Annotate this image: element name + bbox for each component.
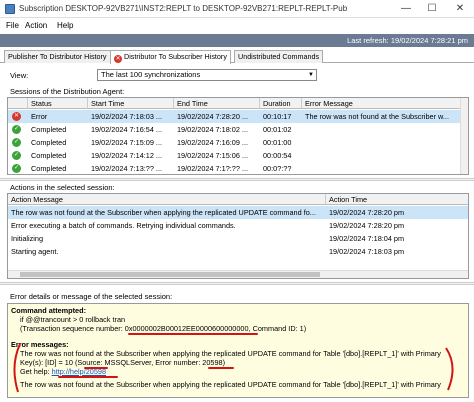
col-end-time[interactable]: End Time [174, 98, 260, 109]
tab-strip: Publisher To Distributor History ✕ Distri… [0, 49, 474, 64]
action-message: The row was not found at the Subscriber … [11, 208, 316, 217]
row-start: 19/02/2024 7:14:12 ... [91, 151, 163, 160]
actions-h-scrollbar[interactable] [8, 270, 468, 278]
app-icon [5, 4, 15, 14]
tab-undistributed-commands[interactable]: Undistributed Commands [234, 50, 324, 63]
sessions-title: Sessions of the Distribution Agent: [10, 87, 125, 96]
sessions-header: Status Start Time End Time Duration Erro… [8, 98, 462, 109]
tab-publisher-to-distributor[interactable]: Publisher To Distributor History [4, 50, 111, 63]
tab-distributor-to-subscriber[interactable]: ✕ Distributor To Subscriber History [110, 50, 231, 64]
col-error-message[interactable]: Error Message [302, 98, 462, 109]
check-icon: ✓ [12, 138, 21, 147]
scroll-thumb[interactable] [20, 272, 320, 277]
close-button[interactable]: ✕ [446, 0, 474, 18]
splitter[interactable] [0, 178, 474, 181]
menu-file[interactable]: File [6, 21, 19, 30]
table-row[interactable]: Error executing a batch of commands. Ret… [8, 219, 468, 232]
row-status: Completed [31, 138, 67, 147]
check-icon: ✓ [12, 164, 21, 173]
row-start: 19/02/2024 7:18:03 ... [91, 112, 163, 121]
maximize-button[interactable]: ☐ [418, 0, 446, 18]
row-start: 19/02/2024 7:15:09 ... [91, 138, 163, 147]
row-status: Completed [31, 151, 67, 160]
row-duration: 00:0?:?? [263, 164, 292, 173]
row-status: Error [31, 112, 48, 121]
row-end: 19/02/2024 7:28:20 ... [177, 112, 249, 121]
table-row[interactable]: Starting agent. 19/02/2024 7:18:03 pm [8, 245, 468, 258]
row-message: The row was not found at the Subscriber … [305, 112, 449, 121]
col-action-message[interactable]: Action Message [8, 194, 326, 205]
action-time: 19/02/2024 7:28:20 pm [329, 208, 405, 217]
check-icon: ✓ [12, 151, 21, 160]
menu-action[interactable]: Action [25, 21, 47, 30]
row-status: Completed [31, 125, 67, 134]
col-duration[interactable]: Duration [260, 98, 302, 109]
table-row[interactable]: The row was not found at the Subscriber … [8, 206, 468, 219]
table-row[interactable]: ✓ Completed 19/02/2024 7:14:12 ... 19/02… [8, 149, 462, 162]
chevron-down-icon: ▼ [308, 72, 314, 78]
check-icon: ✓ [12, 125, 21, 134]
row-end: 19/02/2024 7:1?:?? ... [177, 164, 249, 173]
window-title: Subscription DESKTOP-92VB271\INST2:REPLT… [19, 4, 348, 13]
row-end: 19/02/2024 7:16:09 ... [177, 138, 249, 147]
table-row[interactable]: ✓ Completed 19/02/2024 7:16:54 ... 19/02… [8, 123, 462, 136]
row-duration: 00:01:02 [263, 125, 292, 134]
tab-label: Publisher To Distributor History [8, 52, 107, 61]
col-icon [8, 98, 28, 109]
action-time: 19/02/2024 7:18:04 pm [329, 234, 405, 243]
row-duration: 00:01:00 [263, 138, 292, 147]
table-row[interactable]: Initializing 19/02/2024 7:18:04 pm [8, 232, 468, 245]
minimize-button[interactable]: — [392, 0, 420, 18]
row-duration: 00:00:54 [263, 151, 292, 160]
action-time: 19/02/2024 7:18:03 pm [329, 247, 405, 256]
error-details-box[interactable]: Command attempted: if @@trancount > 0 ro… [7, 303, 469, 398]
row-start: 19/02/2024 7:13:?? ... [91, 164, 163, 173]
col-start-time[interactable]: Start Time [88, 98, 174, 109]
row-duration: 00:10:17 [263, 112, 292, 121]
row-end: 19/02/2024 7:18:02 ... [177, 125, 249, 134]
row-start: 19/02/2024 7:16:54 ... [91, 125, 163, 134]
sessions-grid[interactable]: Status Start Time End Time Duration Erro… [7, 97, 469, 175]
action-message: Error executing a batch of commands. Ret… [11, 221, 236, 230]
actions-header: Action Message Action Time [8, 194, 468, 205]
annotation-marks [13, 343, 454, 393]
col-status[interactable]: Status [28, 98, 88, 109]
table-row[interactable]: ✓ Completed 19/02/2024 7:15:09 ... 19/02… [8, 136, 462, 149]
splitter[interactable] [0, 282, 474, 285]
error-icon: ✕ [114, 55, 122, 63]
table-row[interactable]: ✓ Completed 19/02/2024 7:13:?? ... 19/02… [8, 162, 462, 174]
sessions-scrollbar[interactable] [460, 98, 468, 174]
view-label: View: [10, 71, 29, 80]
table-row[interactable]: ✕ Error 19/02/2024 7:18:03 ... 19/02/202… [8, 110, 462, 123]
row-end: 19/02/2024 7:15:06 ... [177, 151, 249, 160]
error-icon: ✕ [12, 112, 21, 121]
details-title: Error details or message of the selected… [10, 292, 173, 301]
actions-title: Actions in the selected session: [10, 183, 115, 192]
view-selected-value: The last 100 synchronizations [101, 70, 201, 79]
action-message: Starting agent. [11, 247, 59, 256]
tab-label: Distributor To Subscriber History [124, 52, 227, 61]
refresh-bar: Last refresh: 19/02/2024 7:28:21 pm [0, 34, 474, 47]
menu-bar: File Action Help [0, 19, 474, 33]
menu-help[interactable]: Help [57, 21, 73, 30]
col-action-time[interactable]: Action Time [326, 194, 468, 205]
actions-grid[interactable]: Action Message Action Time The row was n… [7, 193, 469, 279]
title-bar: Subscription DESKTOP-92VB271\INST2:REPLT… [0, 0, 474, 18]
action-time: 19/02/2024 7:28:20 pm [329, 221, 405, 230]
row-status: Completed [31, 164, 67, 173]
tab-label: Undistributed Commands [238, 52, 320, 61]
view-select[interactable]: The last 100 synchronizations ▼ [97, 69, 317, 81]
last-refresh-text: Last refresh: 19/02/2024 7:28:21 pm [347, 36, 468, 45]
action-message: Initializing [11, 234, 44, 243]
